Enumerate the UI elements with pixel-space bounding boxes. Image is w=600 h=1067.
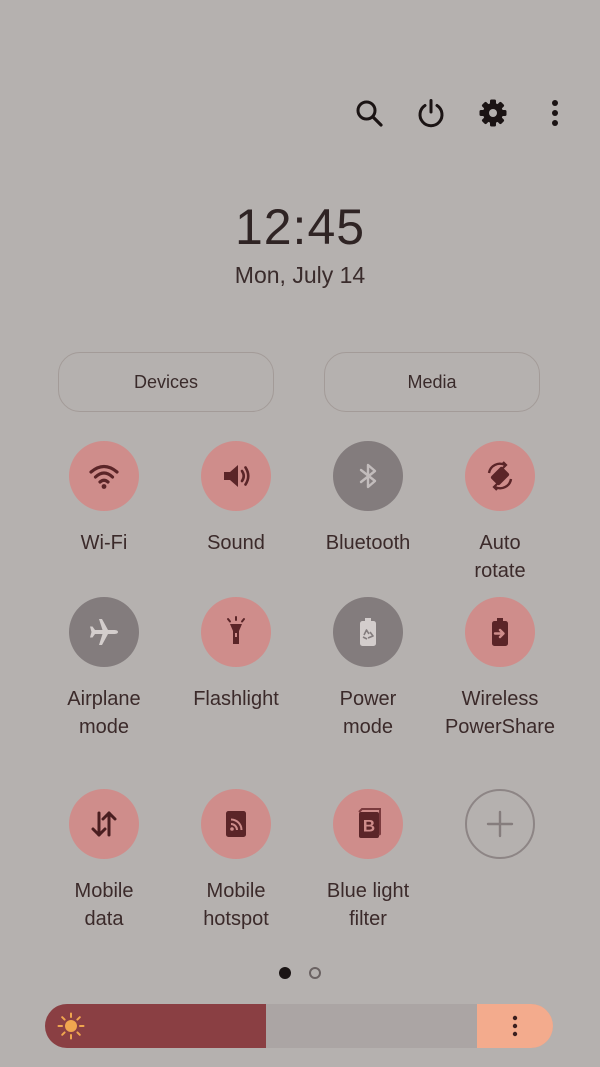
tile-mobile-hotspot[interactable]: Mobile hotspot — [170, 789, 302, 933]
page-dot-2[interactable] — [309, 967, 321, 979]
tile-flashlight[interactable]: Flashlight — [170, 597, 302, 713]
more-vertical-icon[interactable] — [538, 88, 572, 138]
tile-label: Bluetooth — [325, 532, 411, 554]
svg-text:B: B — [363, 817, 375, 836]
tile-airplane-mode[interactable]: Airplane mode — [38, 597, 170, 741]
tile-label: Mobile hotspot — [203, 880, 269, 930]
bluetooth-icon — [333, 441, 403, 511]
tile-wifi[interactable]: Wi-Fi — [38, 441, 170, 557]
auto-rotate-icon — [465, 441, 535, 511]
plus-icon — [465, 789, 535, 859]
battery-recycle-icon — [333, 597, 403, 667]
tile-label: Wireless PowerShare — [444, 688, 556, 738]
clock-time[interactable]: 12:45 — [0, 198, 600, 256]
tile-auto-rotate[interactable]: Auto rotate — [434, 441, 566, 585]
tile-wireless-powershare[interactable]: Wireless PowerShare — [434, 597, 566, 741]
blue-light-filter-icon: B — [333, 789, 403, 859]
page-indicator — [0, 967, 600, 979]
sun-icon — [57, 1012, 85, 1040]
tile-label: Wi-Fi — [80, 532, 128, 554]
devices-button[interactable]: Devices — [58, 352, 274, 412]
tile-sound[interactable]: Sound — [170, 441, 302, 557]
tile-mobile-data[interactable]: Mobile data — [38, 789, 170, 933]
tile-label: Auto rotate — [474, 532, 526, 582]
tile-label: Airplane mode — [67, 688, 141, 738]
brightness-options[interactable] — [477, 1004, 553, 1048]
clock-date[interactable]: Mon, July 14 — [0, 262, 600, 289]
wifi-icon — [69, 441, 139, 511]
tile-label: Mobile data — [74, 880, 134, 930]
tile-label: Power mode — [339, 688, 397, 738]
more-vertical-icon — [512, 1015, 518, 1037]
top-actions — [352, 88, 572, 138]
sound-icon — [201, 441, 271, 511]
mobile-data-icon — [69, 789, 139, 859]
media-button[interactable]: Media — [324, 352, 540, 412]
tile-bluetooth[interactable]: Bluetooth — [302, 441, 434, 557]
tile-label: Sound — [207, 532, 265, 554]
tile-blue-light-filter[interactable]: B Blue light filter — [302, 789, 434, 933]
add-tile-button[interactable] — [434, 789, 566, 877]
tile-label: Flashlight — [193, 688, 279, 710]
tile-label: Blue light filter — [326, 880, 410, 930]
page-dot-1[interactable] — [279, 967, 291, 979]
gear-icon[interactable] — [476, 88, 510, 138]
tile-power-mode[interactable]: Power mode — [302, 597, 434, 741]
power-icon[interactable] — [414, 88, 448, 138]
flashlight-icon — [201, 597, 271, 667]
search-icon[interactable] — [352, 88, 386, 138]
brightness-slider[interactable] — [45, 1004, 553, 1048]
airplane-icon — [69, 597, 139, 667]
wireless-powershare-icon — [465, 597, 535, 667]
hotspot-icon — [201, 789, 271, 859]
